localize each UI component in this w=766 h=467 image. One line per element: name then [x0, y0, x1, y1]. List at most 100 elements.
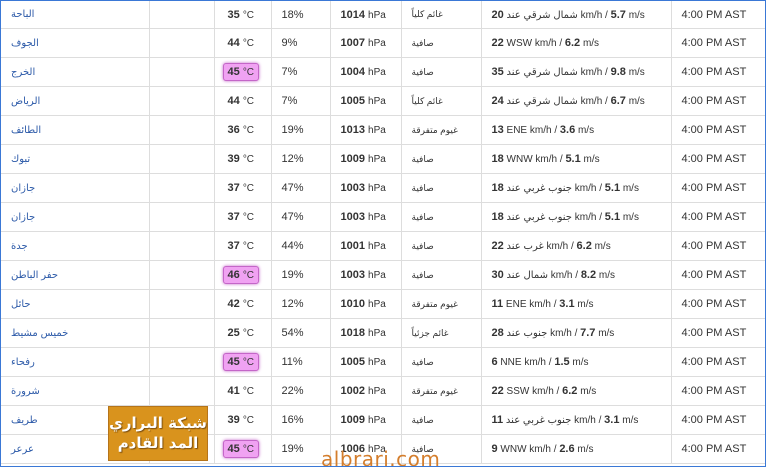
wind-speed-kmh: 18	[491, 211, 504, 223]
observation-time-cell: 4:00 PM AST	[671, 347, 765, 377]
wind-direction: شمال شرقي عند	[506, 96, 578, 107]
wind-cell: 35 شمال شرقي عند km/h / 9.8 m/s	[481, 57, 672, 87]
table-row: حفر الباطن 46 °C 19% 1003 hPa صافية 30 شمال ع…	[1, 260, 765, 290]
temperature-number: 39	[227, 414, 240, 426]
wind-speed-kmh: 18	[491, 153, 504, 165]
wind-separator: /	[574, 328, 578, 339]
temperature-value: 37 °C	[223, 237, 260, 255]
temperature-unit: °C	[242, 212, 255, 223]
wind-ms-unit: m/s	[594, 241, 611, 252]
sky-condition-cell: صافية	[401, 202, 482, 232]
pressure-cell: 1010 hPa	[330, 289, 402, 319]
wind-ms-unit: m/s	[622, 212, 639, 223]
temperature-cell: 25 °C	[214, 318, 272, 348]
temperature-number: 36	[227, 124, 240, 136]
city-name[interactable]: حفر الباطن	[1, 260, 150, 290]
pressure-unit: hPa	[368, 299, 386, 310]
wind-ms-unit: m/s	[622, 183, 639, 194]
wind-speed-kmh: 18	[491, 182, 504, 194]
wind-cell: 6 NNE km/h / 1.5 m/s	[481, 347, 672, 377]
city-name[interactable]: خميس مشيط	[1, 318, 150, 348]
observation-time-cell: 4:00 PM AST	[671, 1, 765, 29]
temperature-cell: 37 °C	[214, 173, 272, 203]
wind-kmh-unit: km/h	[580, 96, 603, 107]
wind-direction: SSW	[506, 386, 530, 397]
city-name[interactable]: الباحة	[1, 1, 150, 29]
pressure-cell: 1002 hPa	[330, 376, 402, 406]
pressure-cell: 1003 hPa	[330, 260, 402, 290]
temperature-cell: 39 °C	[214, 144, 272, 174]
wind-cell: 18 جنوب غربي عند km/h / 5.1 m/s	[481, 202, 672, 232]
city-name[interactable]: شرورة	[1, 376, 150, 406]
wind-separator: /	[553, 444, 557, 455]
temperature-unit: °C	[242, 154, 255, 165]
wind-cell: 11 ENE km/h / 3.1 m/s	[481, 289, 672, 319]
empty-cell	[149, 376, 215, 406]
sky-condition-cell: غيوم متفرقة	[401, 115, 482, 145]
city-name[interactable]: الجوف	[1, 28, 150, 58]
empty-cell	[149, 115, 215, 145]
sky-condition-cell: غيوم متفرقة	[401, 376, 482, 406]
pressure-cell: 1005 hPa	[330, 86, 402, 116]
observation-time-cell: 4:00 PM AST	[671, 202, 765, 232]
temperature-number: 44	[227, 95, 240, 107]
wind-cell: 20 شمال شرقي عند km/h / 5.7 m/s	[481, 1, 672, 29]
wind-ms-unit: m/s	[577, 299, 594, 310]
city-name[interactable]: رفحاء	[1, 347, 150, 377]
pressure-value: 1014	[340, 8, 365, 21]
wind-ms-unit: m/s	[598, 328, 615, 339]
temperature-cell: 39 °C	[214, 405, 272, 435]
wind-kmh-unit: km/h	[550, 270, 573, 281]
table-row: تبوك 39 °C 12% 1009 hPa صافية 18 WNW km/h / 5…	[1, 144, 765, 174]
wind-direction: NNE	[500, 357, 522, 368]
humidity-cell: 7%	[271, 57, 331, 87]
city-name-label: الخرج	[11, 66, 36, 78]
wind-speed-kmh: 30	[491, 269, 504, 281]
wind-cell: 13 ENE km/h / 3.6 m/s	[481, 115, 672, 145]
temperature-number: 35	[227, 8, 240, 21]
temperature-value: 39 °C	[223, 411, 260, 429]
wind-kmh-unit: km/h	[535, 154, 558, 165]
temperature-cell: 41 °C	[214, 376, 272, 406]
wind-speed-kmh: 13	[491, 124, 504, 136]
empty-cell	[149, 86, 215, 116]
observation-time-cell: 4:00 PM AST	[671, 405, 765, 435]
temperature-unit: °C	[242, 328, 255, 339]
temperature-unit: °C	[242, 38, 255, 49]
observation-time-cell: 4:00 PM AST	[671, 144, 765, 174]
wind-cell: 11 جنوب غربي عند km/h / 3.1 m/s	[481, 405, 672, 435]
wind-cell: 9 WNW km/h / 2.6 m/s	[481, 434, 672, 464]
pressure-cell: 1004 hPa	[330, 57, 402, 87]
sky-condition-cell: غيوم متفرقة	[401, 289, 482, 319]
humidity-cell: 16%	[271, 405, 331, 435]
city-name[interactable]: الطائف	[1, 115, 150, 145]
wind-separator: /	[570, 241, 574, 252]
empty-cell	[149, 28, 215, 58]
wind-ms-unit: m/s	[577, 444, 594, 455]
observation-time-cell: 4:00 PM AST	[671, 376, 765, 406]
temperature-cell: 44 °C	[214, 86, 272, 116]
humidity-cell: 19%	[271, 115, 331, 145]
observation-time-cell: 4:00 PM AST	[671, 115, 765, 145]
table-row: الباحة 35 °C 18% 1014 hPa غائم كلياً 20 شمال …	[1, 1, 765, 29]
city-name[interactable]: الخرج	[1, 57, 150, 87]
wind-speed-ms: 3.1	[559, 298, 575, 310]
pressure-unit: hPa	[368, 67, 386, 78]
sky-condition-cell: غائم كلياً	[401, 86, 482, 116]
humidity-cell: 7%	[271, 86, 331, 116]
temperature-number: 45	[227, 356, 240, 368]
temperature-number: 45	[227, 443, 240, 455]
city-name[interactable]: جازان	[1, 173, 150, 203]
city-name[interactable]: حائل	[1, 289, 150, 319]
temperature-value: 37 °C	[223, 179, 260, 197]
wind-ms-unit: m/s	[580, 386, 597, 397]
city-name[interactable]: الرياض	[1, 86, 150, 116]
city-name[interactable]: جازان	[1, 202, 150, 232]
table-row: خميس مشيط 25 °C 54% 1018 hPa غائم جزئياً 28 ج…	[1, 318, 765, 348]
city-name[interactable]: تبوك	[1, 144, 150, 174]
city-name[interactable]: جدة	[1, 231, 150, 261]
humidity-cell: 18%	[271, 1, 331, 29]
table-row: الخرج 45 °C 7% 1004 hPa صافية 35 شمال شرقي عن…	[1, 57, 765, 87]
wind-ms-unit: m/s	[622, 415, 639, 426]
wind-separator: /	[575, 270, 579, 281]
